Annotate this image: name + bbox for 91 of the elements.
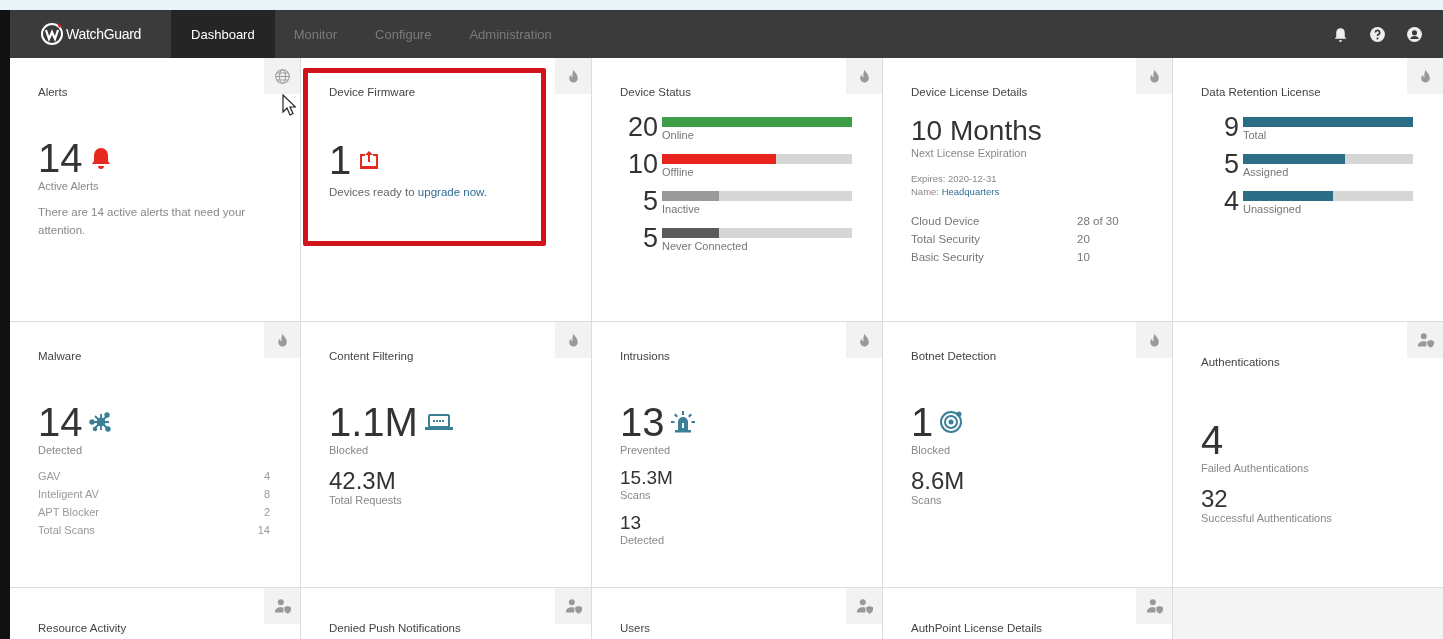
license-months: 10 Months [911, 116, 1043, 147]
caption: Scans [620, 488, 652, 501]
metric-value: 15.3M [620, 468, 674, 489]
caption: Next License Expiration [911, 146, 1028, 159]
card-title: Authentications [1201, 356, 1281, 368]
row-label: Total Security [911, 232, 982, 245]
card-title: Data Retention License [1201, 86, 1322, 98]
caption: Active Alerts [38, 180, 100, 192]
card-title: AuthPoint License Details [911, 622, 1044, 634]
user-shield-icon[interactable] [855, 597, 873, 615]
name-label: Name: [911, 185, 939, 197]
upgrade-message: Devices ready to upgrade now. [329, 186, 488, 198]
logo-text: WatchGuard [66, 26, 142, 42]
globe-icon[interactable] [273, 67, 291, 85]
count: 4 [1222, 188, 1239, 215]
count: 5 [641, 188, 658, 215]
card-title: Malware [38, 350, 83, 362]
card-title: Resource Activity [38, 622, 128, 634]
caption: Blocked [329, 444, 370, 456]
alert-count: 14 [38, 138, 83, 178]
siren-icon [670, 410, 695, 434]
count: 5 [641, 225, 658, 252]
card-title: Botnet Detection [911, 350, 998, 362]
row-label: GAV [38, 470, 62, 482]
bar-label: Online [662, 129, 695, 141]
row-value: 28 of 30 [1077, 214, 1120, 227]
count: 20 [626, 114, 658, 141]
mouse-cursor-icon [282, 94, 296, 116]
bar-label: Offline [662, 166, 695, 178]
metric-value: 32 [1201, 486, 1229, 513]
row-label: Total Scans [38, 524, 96, 536]
bar-label: Assigned [1243, 166, 1290, 178]
card-title: Content Filtering [329, 350, 415, 362]
help-icon[interactable] [1369, 25, 1386, 43]
laptop-icon [423, 412, 454, 432]
caption: Detected [620, 533, 666, 546]
bar-label: Total [1243, 129, 1268, 141]
alert-message: There are 14 active alerts that need your attention. [38, 205, 247, 238]
user-icon[interactable] [1406, 25, 1423, 43]
row-label: Cloud Device [911, 214, 981, 227]
user-shield-icon[interactable] [1145, 597, 1163, 615]
row-value: 10 [1077, 250, 1091, 263]
card-title: Device Status [620, 86, 692, 98]
stat-value: 1 [911, 402, 934, 442]
firmware-count: 1 [329, 140, 352, 180]
card-title: Device Firmware [329, 86, 417, 98]
upgrade-link[interactable]: upgrade now. [417, 186, 487, 198]
stat-value: 13 [620, 402, 665, 442]
row-label: Basic Security [911, 250, 985, 263]
card-title: Users [620, 622, 652, 634]
bell-icon[interactable] [1332, 25, 1349, 43]
card-title: Alerts [38, 86, 69, 98]
user-shield-icon[interactable] [273, 597, 291, 615]
card-title: Intrusions [620, 350, 671, 362]
bar-label: Unassigned [1243, 203, 1303, 215]
row-label: APT Blocker [38, 506, 100, 518]
caption: Prevented [620, 444, 672, 456]
count: 5 [1222, 151, 1239, 178]
caption: Blocked [911, 444, 952, 456]
row-value: 2 [262, 506, 270, 518]
network-icon [88, 410, 113, 434]
caption: Detected [38, 444, 84, 456]
bar-label: Never Connected [662, 240, 749, 252]
row-label: Inteligent AV [38, 488, 100, 500]
row-value: 14 [257, 524, 270, 536]
stat-value: 1.1M [329, 402, 418, 442]
card-title: Device License Details [911, 86, 1029, 98]
caption: Total Requests [329, 494, 403, 507]
metric-value: 42.3M [329, 468, 397, 495]
row-value: 4 [262, 470, 270, 482]
caption: Failed Authentications [1201, 462, 1310, 474]
device-name-link[interactable]: Headquarters [941, 185, 1000, 197]
logo-icon [40, 22, 64, 46]
logo[interactable]: WatchGuard [10, 10, 172, 58]
row-value: 20 [1077, 232, 1091, 245]
target-icon [939, 410, 964, 434]
count: 9 [1222, 114, 1239, 141]
count: 10 [626, 151, 658, 178]
caption: Successful Authentications [1201, 512, 1333, 525]
user-shield-icon[interactable] [564, 597, 582, 615]
nav-tab[interactable]: Dashboard [171, 10, 275, 58]
metric-value: 13 [620, 512, 643, 534]
malware-count: 14 [38, 402, 83, 442]
row-value: 8 [262, 488, 270, 500]
expiry-date: Expires: 2020-12-31 [911, 172, 998, 184]
card-title: Denied Push Notifications [329, 622, 462, 634]
caption: Scans [911, 494, 943, 507]
stat-value: 4 [1201, 420, 1224, 460]
bar-label: Inactive [662, 203, 701, 215]
metric-value: 8.6M [911, 468, 966, 495]
user-shield-icon[interactable] [1416, 331, 1434, 349]
